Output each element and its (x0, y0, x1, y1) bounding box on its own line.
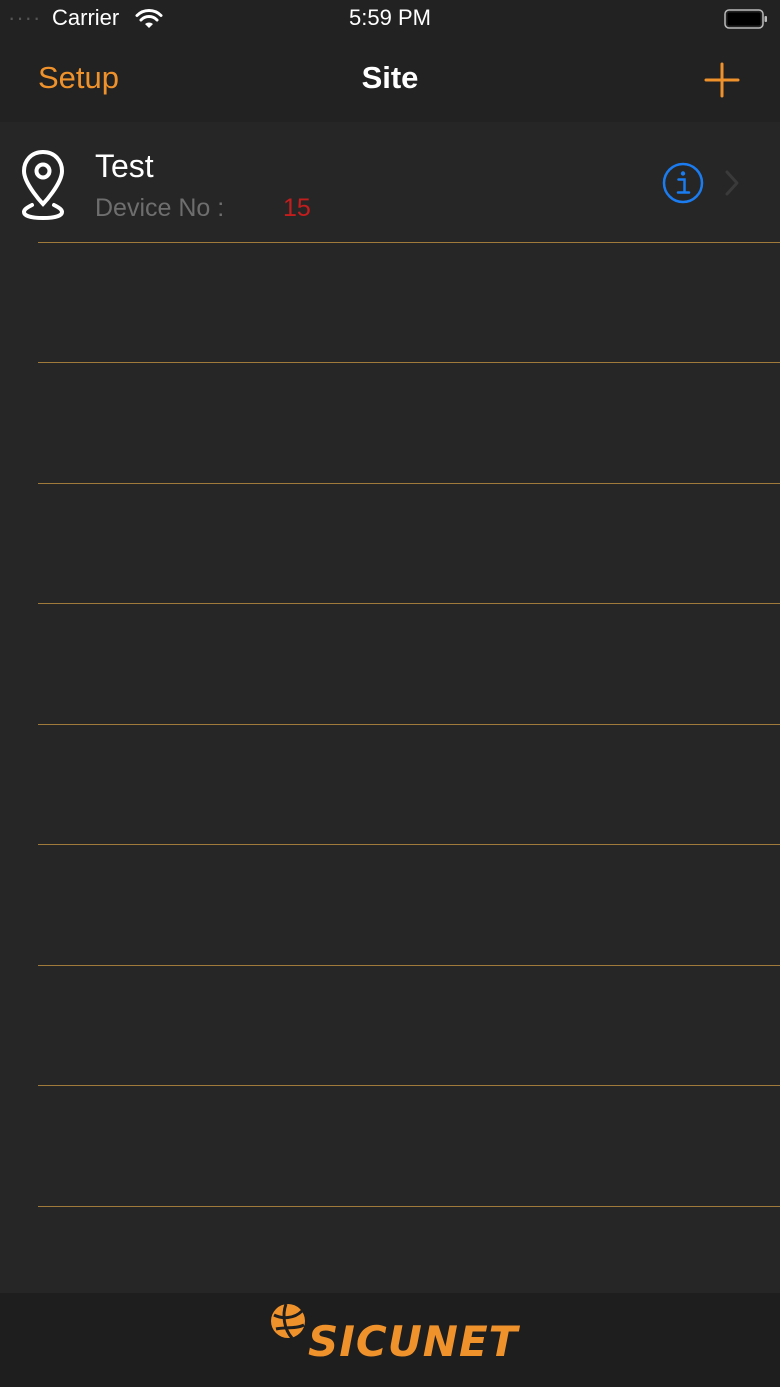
status-time: 5:59 PM (349, 5, 431, 30)
empty-row (0, 484, 780, 604)
empty-row (0, 1086, 780, 1207)
setup-button[interactable]: Setup (38, 60, 119, 96)
plus-icon[interactable] (700, 58, 744, 102)
sicunet-logo: SICUNET (268, 1301, 518, 1373)
empty-row (0, 604, 780, 725)
chevron-right-icon (725, 170, 739, 196)
site-row[interactable]: Test Device No : 15 (0, 122, 780, 243)
logo-text: SICUNET (308, 1317, 519, 1366)
device-number-label: Device No : (95, 194, 225, 222)
empty-row (0, 243, 780, 363)
battery-icon (724, 9, 767, 29)
navigation-bar: Setup Site (0, 40, 780, 122)
status-bar: ···· Carrier 5:59 PM (0, 0, 780, 40)
location-pin-icon (21, 149, 65, 220)
footer-bar: SICUNET (0, 1293, 780, 1387)
device-number-value: 15 (283, 194, 311, 222)
site-list: Test Device No : 15 (0, 122, 780, 1207)
logo-ball-icon (271, 1303, 305, 1339)
empty-row (0, 966, 780, 1086)
empty-row (0, 725, 780, 845)
empty-row (0, 845, 780, 966)
row-divider (38, 1205, 780, 1207)
empty-row (0, 363, 780, 484)
info-icon[interactable] (661, 161, 705, 205)
site-name: Test (95, 148, 154, 184)
